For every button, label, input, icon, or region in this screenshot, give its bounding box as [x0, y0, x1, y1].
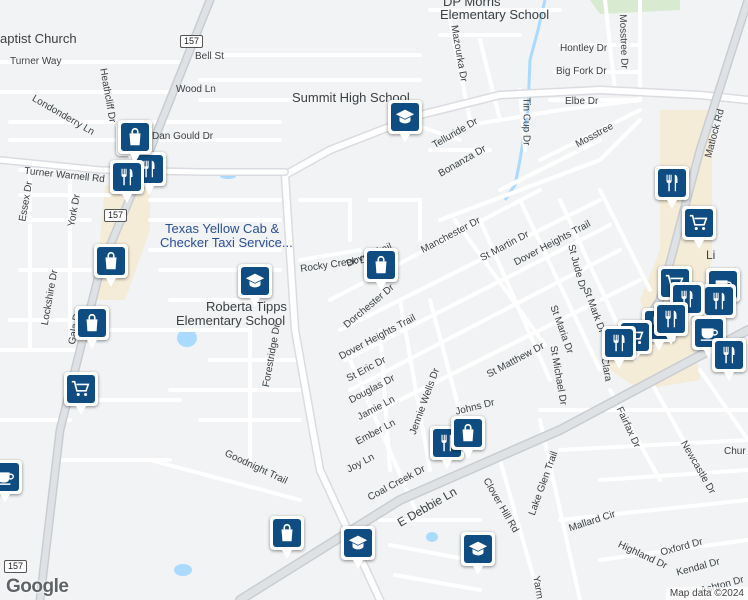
map-marker-shopping[interactable]	[362, 246, 400, 292]
map-attribution[interactable]: Map data ©2024	[665, 587, 748, 600]
marker-frame	[602, 326, 636, 369]
poi-baptist-church[interactable]: aptist Church	[0, 31, 77, 46]
map-marker-cafe[interactable]	[0, 458, 24, 504]
google-logo: Google	[6, 576, 69, 597]
restaurant-icon	[605, 329, 633, 357]
marker-frame	[341, 526, 375, 569]
restaurant-icon	[705, 287, 733, 315]
map-marker-grocery[interactable]	[62, 370, 100, 416]
poi-taxi-title[interactable]: Texas Yellow Cab &	[165, 221, 279, 236]
map-marker-shopping[interactable]	[116, 118, 154, 164]
coffee-icon	[0, 463, 19, 491]
route-shield: 157	[4, 560, 28, 573]
shopping-bag-icon	[97, 247, 125, 275]
marker-frame	[461, 532, 495, 575]
marker-frame	[654, 302, 688, 345]
marker-frame	[451, 416, 485, 459]
school-icon	[391, 103, 419, 131]
shopping-cart-icon	[67, 375, 95, 403]
marker-frame	[0, 460, 22, 503]
shopping-bag-icon	[273, 519, 301, 547]
route-shield: 157	[180, 35, 204, 48]
map-marker-shopping[interactable]	[92, 242, 130, 288]
street-label: Mosstree Dr	[616, 14, 630, 69]
map-marker-shopping[interactable]	[73, 304, 111, 350]
map-marker-school[interactable]	[459, 530, 497, 576]
marker-frame	[75, 306, 109, 349]
street-label: Hontley Dr	[560, 43, 608, 54]
street-label: Turner Way	[10, 56, 62, 67]
marker-frame	[388, 100, 422, 143]
shopping-bag-icon	[78, 309, 106, 337]
restaurant-icon	[658, 169, 686, 197]
marker-frame	[118, 120, 152, 163]
shopping-bag-icon	[121, 123, 149, 151]
marker-frame	[270, 516, 304, 559]
marker-frame	[655, 166, 689, 209]
marker-frame	[110, 160, 144, 203]
poi-taxi-subtitle[interactable]: Checker Taxi Service...	[160, 235, 293, 250]
map-marker-restaurant[interactable]	[652, 300, 690, 346]
marker-frame	[712, 338, 746, 381]
map-marker-school[interactable]	[386, 98, 424, 144]
shopping-cart-icon	[685, 209, 713, 237]
marker-frame	[682, 206, 716, 249]
school-icon	[344, 529, 372, 557]
marker-frame	[64, 372, 98, 415]
shopping-bag-icon	[454, 419, 482, 447]
street-label: Li	[706, 248, 716, 262]
street-label: Tin Cup Dr	[520, 97, 532, 146]
map-marker-restaurant[interactable]	[600, 324, 638, 370]
restaurant-icon	[657, 305, 685, 333]
restaurant-icon	[113, 163, 141, 191]
map-marker-restaurant[interactable]	[710, 336, 748, 382]
street-label: Elbe Dr	[565, 96, 599, 107]
map-marker-grocery[interactable]	[680, 204, 718, 250]
poi-roberta-tipps-subtitle[interactable]: Elementary School	[176, 313, 285, 328]
marker-frame	[702, 284, 736, 327]
school-icon	[464, 535, 492, 563]
shopping-bag-icon	[367, 251, 395, 279]
map-marker-school[interactable]	[339, 524, 377, 570]
marker-frame	[238, 264, 272, 307]
marker-frame	[364, 248, 398, 291]
street-label: Big Fork Dr	[556, 66, 607, 77]
map-marker-shopping[interactable]	[449, 414, 487, 460]
street-label: Chur	[724, 446, 746, 457]
pond	[174, 564, 192, 576]
street-label: Dan Gould Dr	[152, 131, 214, 142]
street-label: Bell St	[195, 51, 224, 62]
map-marker-shopping[interactable]	[268, 514, 306, 560]
school-icon	[241, 267, 269, 295]
pond	[426, 532, 438, 542]
street-label: Wood Ln	[176, 84, 216, 95]
marker-frame	[94, 244, 128, 287]
restaurant-icon	[715, 341, 743, 369]
route-shield: 157	[104, 209, 128, 222]
poi-dp-morris-subtitle[interactable]: Elementary School	[440, 7, 549, 22]
map-marker-school[interactable]	[236, 262, 274, 308]
map-marker-restaurant[interactable]	[108, 158, 146, 204]
